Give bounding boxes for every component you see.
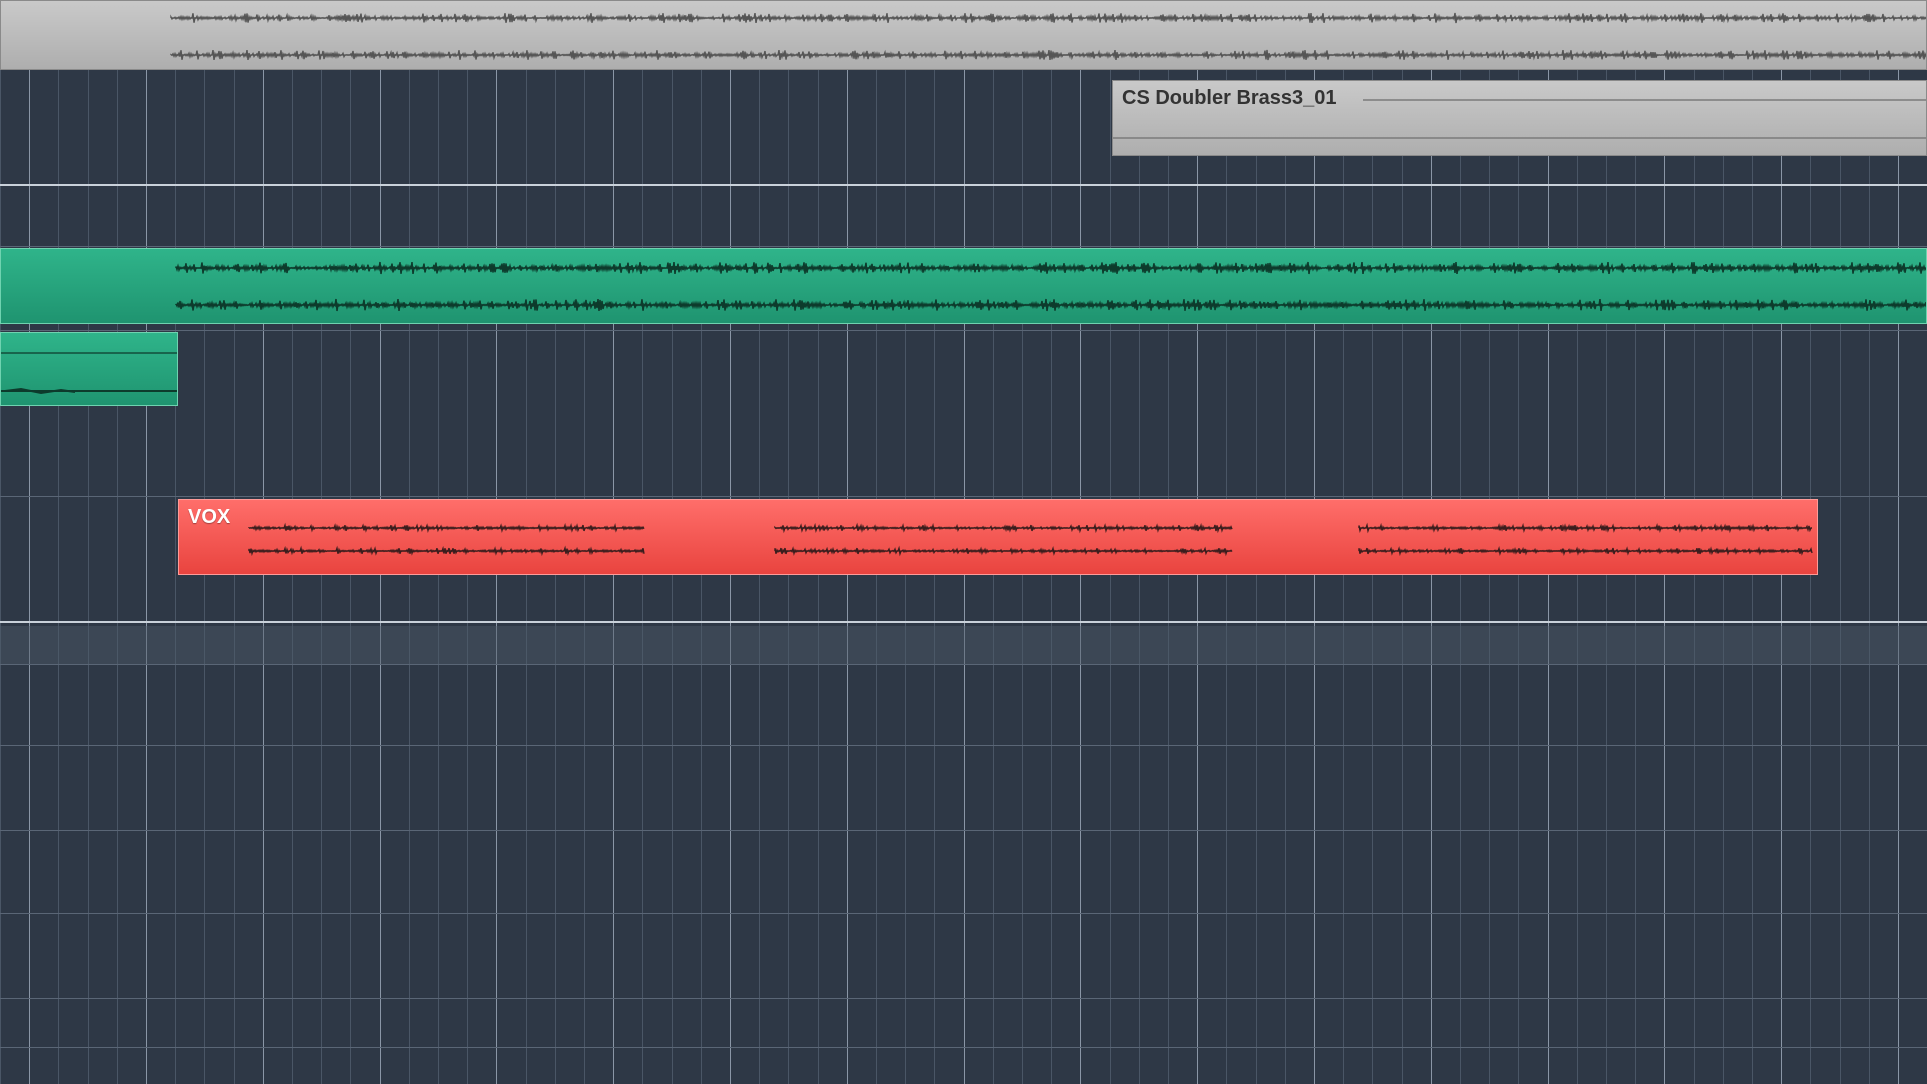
waveform <box>1113 99 1926 139</box>
waveform <box>1 352 177 395</box>
lane-divider <box>0 330 1927 331</box>
vox-segment <box>1351 506 1815 560</box>
grid-line <box>1869 0 1870 1084</box>
lane-divider <box>0 246 1927 247</box>
lane-divider <box>0 830 1927 831</box>
grid-line <box>1898 0 1899 1084</box>
grid-line <box>146 0 147 1084</box>
grid-line <box>117 0 118 1084</box>
audio-region-vox[interactable]: VOX <box>178 499 1818 575</box>
lane-divider <box>0 496 1927 497</box>
audio-region-green-long[interactable] <box>0 248 1927 324</box>
lane-divider <box>0 621 1927 623</box>
lane-divider <box>0 664 1927 665</box>
grid-line <box>1840 0 1841 1084</box>
audio-region-brass[interactable]: CS Doubler Brass3_01 <box>1112 80 1927 156</box>
grid-line <box>0 0 1 1084</box>
grid-line <box>58 0 59 1084</box>
waveform <box>170 12 1926 61</box>
selected-lane-band <box>0 626 1927 664</box>
grid-line <box>175 0 176 1084</box>
lane-divider <box>0 1047 1927 1048</box>
grid-line <box>88 0 89 1084</box>
lane-divider <box>0 184 1927 186</box>
vox-segment <box>179 506 647 560</box>
lane-divider <box>0 998 1927 999</box>
arrange-area[interactable]: CS Doubler Brass3_01 VOX <box>0 0 1927 1084</box>
lane-divider <box>0 745 1927 746</box>
audio-region-green-short[interactable] <box>0 332 178 406</box>
vox-segment <box>767 506 1235 560</box>
lane-divider <box>0 913 1927 914</box>
waveform <box>175 261 1926 312</box>
grid-line <box>29 0 30 1084</box>
audio-region-top[interactable] <box>0 0 1927 70</box>
